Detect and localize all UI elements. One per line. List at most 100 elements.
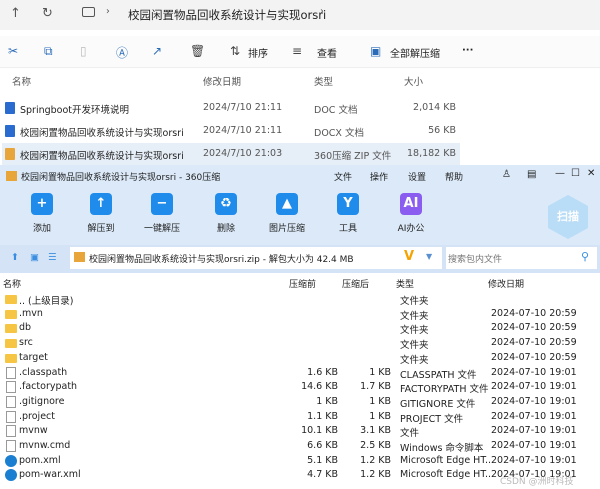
entry-type: 文件夹: [400, 325, 429, 337]
archive-row[interactable]: .factorypath 14.6 KB 1.7 KB FACTORYPATH …: [0, 380, 600, 395]
search-field[interactable]: 搜索包内文件 ⚲: [446, 247, 597, 269]
column-date[interactable]: 修改日期: [203, 74, 241, 88]
tool-button[interactable]: ♻ 删除: [201, 193, 251, 234]
tool-icon: −: [151, 193, 173, 215]
breadcrumb[interactable]: 校园闲置物品回收系统设计与实现orsri: [128, 7, 326, 23]
column-name[interactable]: 名称: [12, 74, 31, 88]
thumbnail-view-icon[interactable]: ▣: [30, 252, 39, 263]
entry-date: 2024-07-10 19:01: [491, 440, 577, 451]
chevron-right-icon[interactable]: ›: [320, 6, 324, 17]
entry-before: 5.1 KB: [307, 454, 338, 466]
entry-name: .project: [19, 410, 55, 422]
rename-icon[interactable]: Ⓐ: [116, 44, 128, 61]
entry-after: 2.5 KB: [360, 440, 391, 451]
column-type[interactable]: 类型: [396, 277, 414, 290]
column-date[interactable]: 修改日期: [488, 277, 524, 290]
share-icon[interactable]: ↗: [152, 44, 162, 58]
list-view-icon[interactable]: ☰: [48, 252, 57, 263]
menu-settings[interactable]: 设置: [408, 170, 426, 183]
more-button[interactable]: ···: [462, 45, 473, 56]
dropdown-icon[interactable]: ▼: [426, 252, 432, 261]
tool-button[interactable]: ▲ 图片压缩: [262, 193, 312, 234]
column-name[interactable]: 名称: [3, 277, 21, 290]
up-arrow-icon[interactable]: ⬆: [11, 252, 19, 263]
up-arrow-icon[interactable]: ↑: [10, 6, 21, 21]
delete-icon[interactable]: 🗑: [190, 44, 205, 58]
watermark: CSDN @洲时科技: [500, 477, 574, 487]
entry-date: 2024-07-10 19:01: [491, 395, 577, 407]
archive-row[interactable]: .classpath 1.6 KB 1 KB CLASSPATH 文件 2024…: [0, 366, 600, 381]
menu-help[interactable]: 帮助: [445, 170, 463, 183]
maximize-button[interactable]: ☐: [571, 168, 580, 179]
archive-row[interactable]: target 文件夹 2024-07-10 20:59: [0, 351, 600, 366]
archive-row[interactable]: db 文件夹 2024-07-10 20:59: [0, 321, 600, 336]
tool-button[interactable]: − 一键解压: [137, 193, 187, 234]
column-before[interactable]: 压缩前: [289, 277, 316, 290]
view-button[interactable]: 查看: [317, 45, 337, 60]
entry-type: Microsoft Edge HT...: [400, 454, 495, 466]
edge-icon: [5, 454, 17, 467]
entry-type: Microsoft Edge HT...: [400, 469, 495, 481]
extract-folder-icon: ▣: [370, 44, 382, 58]
entry-name: mvnw.cmd: [19, 440, 71, 451]
column-type[interactable]: 类型: [314, 74, 333, 88]
file-row[interactable]: 校园闲置物品回收系统设计与实现orsri 2024/7/10 21:03 360…: [2, 143, 460, 165]
tool-icon: AI: [400, 193, 422, 215]
menu-operate[interactable]: 操作: [370, 170, 388, 183]
refresh-icon[interactable]: ↻: [42, 6, 53, 21]
tool-icon: ♻: [215, 193, 237, 215]
entry-date: 2024-07-10 19:01: [491, 425, 577, 437]
path-field[interactable]: 校园闲置物品回收系统设计与实现orsri.zip - 解包大小为 42.4 MB…: [70, 247, 442, 269]
paste-icon[interactable]: ▯: [80, 44, 87, 58]
minimize-button[interactable]: —: [555, 168, 565, 179]
archive-row[interactable]: pom.xml 5.1 KB 1.2 KB Microsoft Edge HT.…: [0, 454, 600, 469]
tool-button[interactable]: ↑ 解压到: [76, 193, 126, 234]
address-bar: ↑ ↻ › 校园闲置物品回收系统设计与实现orsri ›: [0, 0, 600, 30]
path-bar: ⬆ ▣ ☰ 校园闲置物品回收系统设计与实现orsri.zip - 解包大小为 4…: [0, 245, 600, 273]
entry-after: 3.1 KB: [360, 425, 391, 437]
archive-row[interactable]: .. (上级目录) 文件夹: [0, 292, 600, 307]
archive-row[interactable]: .gitignore 1 KB 1 KB GITIGNORE 文件 2024-0…: [0, 395, 600, 410]
archive-row[interactable]: .project 1.1 KB 1 KB PROJECT 文件 2024-07-…: [0, 410, 600, 425]
file-row[interactable]: Springboot开发环境说明 2024/7/10 21:11 DOC 文档 …: [2, 97, 460, 119]
archive-row[interactable]: mvnw 10.1 KB 3.1 KB 文件 2024-07-10 19:01: [0, 424, 600, 439]
skin-icon[interactable]: ♙: [502, 169, 511, 180]
v-logo-icon[interactable]: V: [404, 249, 414, 264]
tool-button[interactable]: + 添加: [17, 193, 67, 234]
feedback-icon[interactable]: ▤: [527, 169, 536, 180]
entry-name: pom-war.xml: [19, 469, 81, 481]
archive-row[interactable]: src 文件夹 2024-07-10 20:59: [0, 336, 600, 351]
search-input[interactable]: 搜索包内文件: [448, 252, 502, 265]
file-row[interactable]: 校园闲置物品回收系统设计与实现orsri 2024/7/10 21:11 DOC…: [2, 120, 460, 142]
tool-label: 解压到: [87, 224, 115, 234]
tool-label: 工具: [338, 224, 357, 234]
sort-button[interactable]: 排序: [248, 45, 268, 60]
zip-file-icon: [5, 148, 15, 160]
entry-type: Windows 命令脚本: [400, 443, 484, 454]
entry-date: 2024-07-10 19:01: [491, 454, 577, 466]
tool-label: 删除: [216, 224, 235, 234]
copy-icon[interactable]: ⧉: [44, 44, 53, 59]
tool-button[interactable]: Y 工具: [323, 193, 373, 234]
column-size[interactable]: 大小: [404, 74, 423, 88]
tool-label: 图片压缩: [268, 224, 305, 234]
column-after[interactable]: 压缩后: [342, 277, 369, 290]
archive-row[interactable]: .mvn 文件夹 2024-07-10 20:59: [0, 307, 600, 322]
title-bar: 校园闲置物品回收系统设计与实现orsri - 360压缩 文件 操作 设置 帮助…: [0, 165, 600, 187]
tool-button[interactable]: AI AI办公: [386, 193, 436, 234]
entry-type: 文件夹: [400, 310, 429, 322]
close-button[interactable]: ✕: [587, 168, 595, 179]
menu-file[interactable]: 文件: [334, 170, 352, 183]
computer-icon[interactable]: [82, 7, 95, 17]
file-icon: [6, 410, 16, 423]
file-type: DOC 文档: [314, 105, 358, 116]
scan-button[interactable]: 扫描: [548, 195, 588, 239]
archive-row[interactable]: mvnw.cmd 6.6 KB 2.5 KB Windows 命令脚本 2024…: [0, 439, 600, 454]
folder-icon: [5, 353, 17, 363]
extract-all-button[interactable]: 全部解压缩: [390, 45, 440, 60]
file-type: 360压缩 ZIP 文件: [314, 151, 392, 162]
search-icon[interactable]: ⚲: [581, 250, 589, 263]
cut-icon[interactable]: ✂: [8, 44, 18, 58]
edge-icon: [5, 469, 17, 482]
entry-type: PROJECT 文件: [400, 413, 464, 425]
